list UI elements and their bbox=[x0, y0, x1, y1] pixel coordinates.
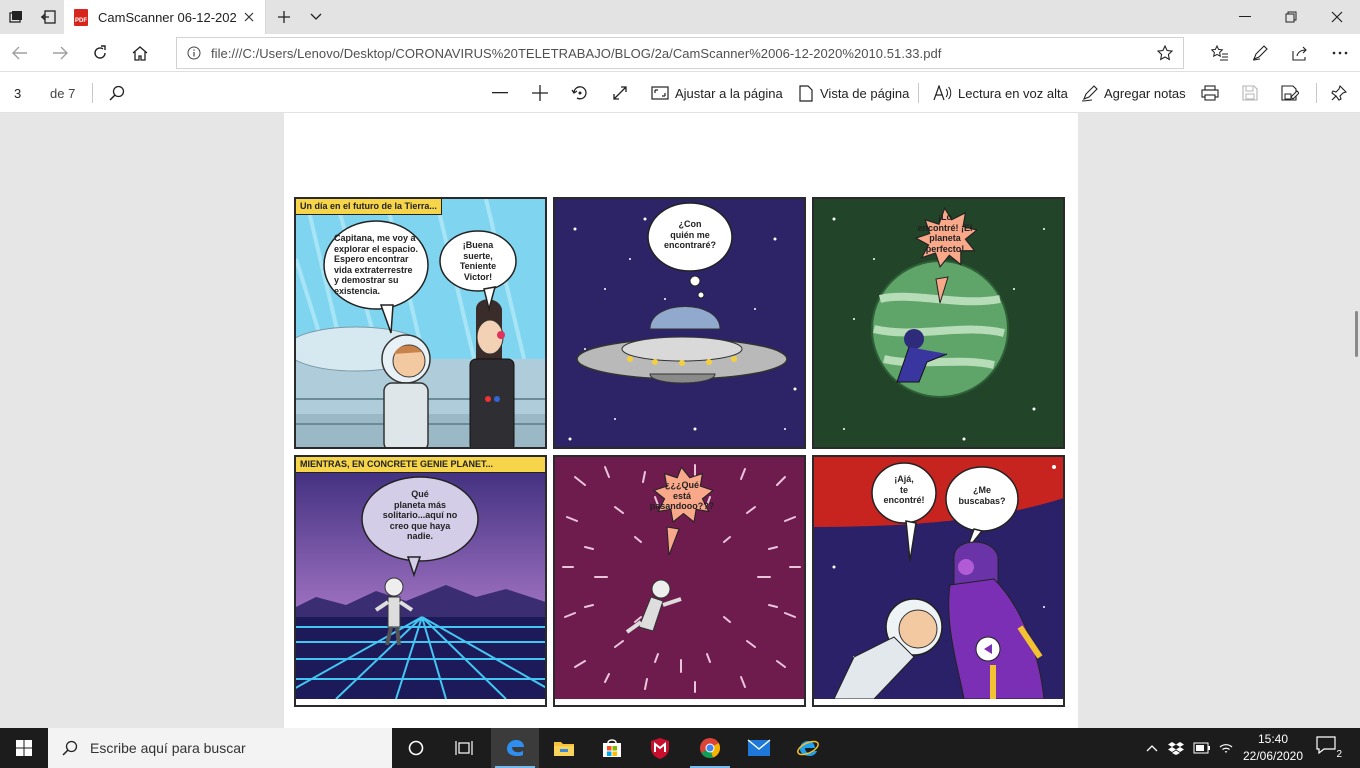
speech-bubble: ¿Me buscabas? bbox=[958, 485, 1006, 506]
favorites-icon[interactable] bbox=[1204, 37, 1236, 69]
taskbar-search-box[interactable]: Escribe aquí para buscar bbox=[48, 728, 392, 768]
navigation-bar: file:///C:/Users/Lenovo/Desktop/CORONAVI… bbox=[0, 34, 1360, 72]
back-button[interactable] bbox=[4, 37, 36, 69]
pen-notes-icon[interactable] bbox=[1244, 37, 1276, 69]
page-number-input[interactable]: 3 bbox=[4, 80, 38, 106]
clock[interactable]: 15:40 22/06/2020 bbox=[1240, 731, 1306, 765]
pin-toolbar-icon[interactable] bbox=[1326, 81, 1352, 105]
pdf-viewer[interactable]: Un día en el futuro de la Tierra... Capi… bbox=[0, 113, 1360, 728]
save-as-icon[interactable] bbox=[1277, 81, 1303, 105]
search-placeholder: Escribe aquí para buscar bbox=[90, 740, 246, 756]
tab-active[interactable]: PDF CamScanner 06-12-202 bbox=[64, 0, 266, 34]
page-view-icon[interactable] bbox=[793, 81, 819, 105]
comic-panel-1: Un día en el futuro de la Tierra... Capi… bbox=[294, 197, 547, 449]
zoom-in-icon[interactable] bbox=[527, 81, 553, 105]
speech-bubble: ¡Lo encontré! ¡El planeta perfecto! bbox=[917, 212, 973, 254]
speech-bubble: Qué planeta más solitario...aquí no creo… bbox=[382, 489, 458, 541]
edge-browser-icon[interactable] bbox=[491, 728, 539, 768]
comic-panel-6: ¡Ajá, te encontré! ¿Me buscabas? bbox=[812, 455, 1065, 707]
url-text[interactable]: file:///C:/Users/Lenovo/Desktop/CORONAVI… bbox=[211, 46, 1131, 61]
refresh-button[interactable] bbox=[84, 37, 116, 69]
speech-bubble: Capitana, me voy a explorar el espacio. … bbox=[334, 233, 419, 296]
chrome-icon[interactable] bbox=[686, 728, 734, 768]
tab-actions-button[interactable] bbox=[0, 0, 32, 34]
notification-count: 2 bbox=[1336, 749, 1342, 760]
pdf-page: Un día en el futuro de la Tierra... Capi… bbox=[284, 113, 1078, 728]
restore-button[interactable] bbox=[1268, 0, 1314, 34]
divider bbox=[1316, 83, 1317, 103]
store-icon[interactable] bbox=[588, 728, 636, 768]
page-view-button[interactable]: Vista de página bbox=[820, 86, 909, 101]
new-tab-button[interactable] bbox=[268, 0, 300, 34]
close-window-button[interactable] bbox=[1314, 0, 1360, 34]
panel-caption: MIENTRAS, EN CONCRETE GENIE PLANET... bbox=[296, 457, 545, 473]
save-icon[interactable] bbox=[1237, 81, 1263, 105]
dropbox-icon[interactable] bbox=[1166, 738, 1186, 758]
search-icon[interactable] bbox=[104, 81, 130, 105]
divider bbox=[92, 83, 93, 103]
forward-button[interactable] bbox=[44, 37, 76, 69]
show-hidden-icons-chevron-icon[interactable] bbox=[1142, 738, 1162, 758]
read-aloud-button[interactable]: Lectura en voz alta bbox=[958, 86, 1068, 101]
favorite-star-icon[interactable] bbox=[1156, 44, 1174, 64]
set-aside-tabs-button[interactable] bbox=[32, 0, 64, 34]
tab-bar: PDF CamScanner 06-12-202 bbox=[0, 0, 1360, 34]
fit-page-icon[interactable] bbox=[647, 81, 673, 105]
battery-icon[interactable] bbox=[1192, 738, 1212, 758]
speech-bubble: ¡Buena suerte, Teniente Victor! bbox=[459, 240, 497, 282]
add-notes-pen-icon[interactable] bbox=[1077, 81, 1103, 105]
cortana-icon[interactable] bbox=[392, 728, 440, 768]
minimize-button[interactable] bbox=[1222, 0, 1268, 34]
speech-bubble: ¿¿¿Qué está pasandooo??? bbox=[649, 480, 715, 511]
mail-icon[interactable] bbox=[735, 728, 783, 768]
divider bbox=[918, 83, 919, 103]
comic-panel-3: ¡Lo encontré! ¡El planeta perfecto! bbox=[812, 197, 1065, 449]
wifi-icon[interactable] bbox=[1216, 738, 1236, 758]
more-options-icon[interactable] bbox=[1324, 37, 1356, 69]
search-icon bbox=[62, 740, 78, 756]
address-bar[interactable]: file:///C:/Users/Lenovo/Desktop/CORONAVI… bbox=[176, 37, 1184, 69]
speech-bubble: ¡Ajá, te encontré! bbox=[883, 474, 925, 505]
windows-start-icon[interactable] bbox=[0, 728, 48, 768]
mcafee-icon[interactable] bbox=[636, 728, 684, 768]
date: 22/06/2020 bbox=[1242, 749, 1304, 763]
share-icon[interactable] bbox=[1284, 37, 1316, 69]
pdf-icon: PDF bbox=[74, 8, 88, 26]
tab-list-chevron-icon[interactable] bbox=[300, 0, 332, 34]
fullscreen-icon[interactable] bbox=[607, 81, 633, 105]
file-explorer-icon[interactable] bbox=[540, 728, 588, 768]
thought-bubble: ¿Con quién me encontraré? bbox=[663, 219, 716, 250]
home-button[interactable] bbox=[124, 37, 156, 69]
close-tab-icon[interactable] bbox=[241, 9, 257, 25]
comic-panel-5: ¿¿¿Qué está pasandooo??? bbox=[553, 455, 806, 707]
zoom-out-icon[interactable] bbox=[487, 81, 513, 105]
panel-caption: Un día en el futuro de la Tierra... bbox=[296, 199, 442, 215]
time: 15:40 bbox=[1257, 732, 1289, 746]
comic-panel-4: MIENTRAS, EN CONCRETE GENIE PLANET... Qu… bbox=[294, 455, 547, 707]
task-view-icon[interactable] bbox=[440, 728, 488, 768]
read-aloud-icon[interactable] bbox=[930, 81, 956, 105]
rotate-icon[interactable] bbox=[567, 81, 593, 105]
add-notes-button[interactable]: Agregar notas bbox=[1104, 86, 1186, 101]
info-icon[interactable] bbox=[177, 46, 211, 60]
tab-title: CamScanner 06-12-202 bbox=[98, 9, 237, 25]
notification-center-icon[interactable]: 2 bbox=[1316, 736, 1342, 760]
pdf-toolbar: 3 de 7 Ajustar a la página Vista de pági… bbox=[0, 73, 1360, 113]
page-total: de 7 bbox=[50, 86, 76, 101]
fit-page-button[interactable]: Ajustar a la página bbox=[675, 86, 783, 101]
taskbar: Escribe aquí para buscar 15:40 22/06/202… bbox=[0, 728, 1360, 768]
print-icon[interactable] bbox=[1197, 81, 1223, 105]
vertical-scrollbar[interactable] bbox=[1355, 311, 1358, 357]
comic-panel-2: ¿Con quién me encontraré? bbox=[553, 197, 806, 449]
internet-explorer-icon[interactable] bbox=[784, 728, 832, 768]
